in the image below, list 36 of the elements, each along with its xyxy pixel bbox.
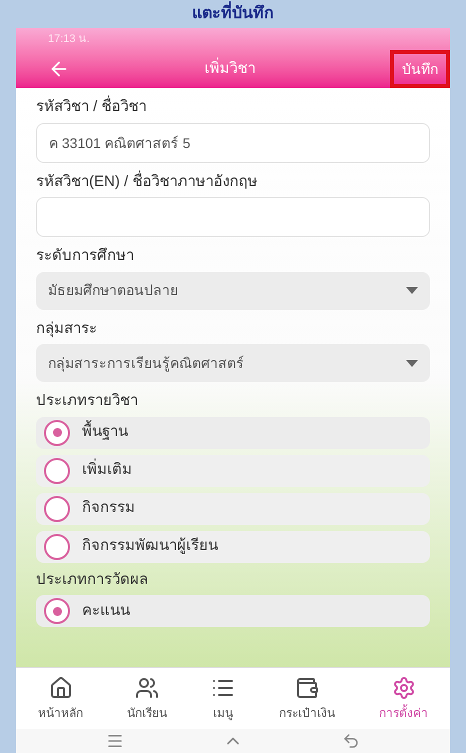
radio-icon [44, 458, 70, 484]
screen-title: เพิ่มวิชา [204, 58, 256, 79]
field-label: ประเภทการวัดผล [36, 570, 149, 590]
status-time: 17:13 น. [48, 32, 90, 47]
home-icon [48, 676, 72, 700]
field-label: ประเภทรายวิชา [36, 391, 139, 411]
radio-option[interactable]: กิจกรรมพัฒนาผู้เรียน [36, 530, 430, 562]
nav-tab[interactable]: เมนู [211, 676, 235, 722]
field-label: ระดับการศึกษา [36, 246, 135, 266]
radio-option[interactable]: เพิ่มเติม [36, 454, 430, 486]
radio-icon [44, 420, 70, 446]
field-label: กลุ่มสาระ [36, 318, 98, 340]
radio-option[interactable]: คะแนน [36, 595, 430, 627]
nav-tab[interactable]: นักเรียน [127, 676, 167, 722]
text-field[interactable]: ค 33101 คณิตศาสตร์ 5 [36, 122, 430, 162]
settings-icon [392, 676, 416, 700]
field-label: รหัสวิชา / ชื่อวิชา [36, 96, 430, 118]
system-menu-icon[interactable] [106, 732, 124, 750]
text-field[interactable] [36, 197, 430, 237]
radio-option[interactable]: พื้นฐาน [36, 416, 430, 448]
dropdown-caret-icon [406, 287, 418, 294]
system-back-icon[interactable] [342, 732, 360, 750]
students-icon [135, 676, 159, 700]
dropdown-field[interactable]: กลุ่มสาระการเรียนรู้คณิตศาสตร์ [36, 344, 430, 382]
radio-option[interactable]: กิจกรรม [36, 492, 430, 524]
nav-tab[interactable]: กระเป๋าเงิน [279, 676, 335, 722]
dropdown-field[interactable]: มัธยมศึกษาตอนปลาย [36, 272, 430, 310]
nav-tab[interactable]: การตั้งค่า [379, 676, 428, 722]
field-label: รหัสวิชา(EN) / ชื่อวิชาภาษาอังกฤษ [36, 170, 258, 192]
caption-title: แตะที่บันทึก [192, 0, 274, 28]
nav-tab[interactable]: หน้าหลัก [38, 676, 83, 722]
radio-icon [44, 534, 70, 560]
radio-icon [44, 496, 70, 522]
radio-icon [44, 598, 70, 624]
dropdown-caret-icon [406, 360, 418, 366]
wallet-icon [295, 676, 319, 700]
